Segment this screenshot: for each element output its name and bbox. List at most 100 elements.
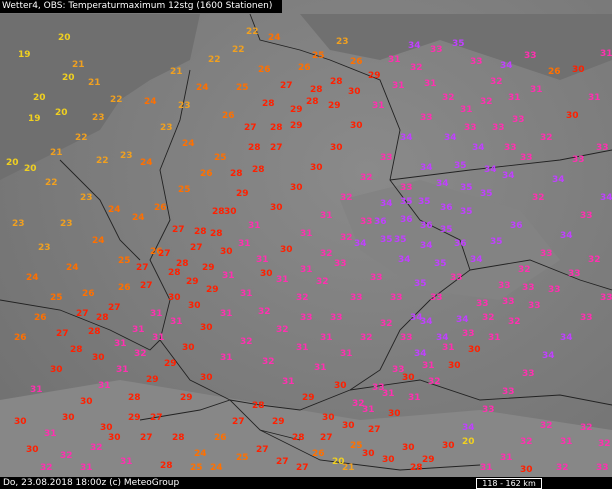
station-temperature: 30 — [14, 417, 27, 427]
station-temperature: 30 — [520, 465, 533, 475]
station-temperature: 32 — [480, 97, 493, 107]
station-temperature: 28 — [172, 433, 185, 443]
station-temperature: 33 — [492, 123, 505, 133]
station-temperature: 25 — [236, 453, 249, 463]
station-temperature: 33 — [580, 211, 593, 221]
station-temperature: 29 — [328, 101, 341, 111]
station-temperature: 34 — [436, 179, 449, 189]
station-temperature: 28 — [210, 229, 223, 239]
station-temperature: 26 — [200, 169, 213, 179]
station-temperature: 30 — [260, 269, 273, 279]
station-temperature: 31 — [340, 349, 353, 359]
station-temperature: 33 — [390, 293, 403, 303]
station-temperature: 20 — [24, 164, 37, 174]
station-temperature: 33 — [600, 293, 612, 303]
station-temperature: 27 — [256, 445, 269, 455]
timestamp-credit: Do, 23.08.2018 18:00z (c) MeteoGroup — [3, 478, 180, 488]
station-temperature: 20 — [62, 73, 75, 83]
station-temperature: 30 — [50, 365, 63, 375]
station-temperature: 33 — [548, 285, 561, 295]
station-temperature: 27 — [280, 81, 293, 91]
station-temperature: 30 — [224, 207, 237, 217]
station-temperature: 32 — [380, 319, 393, 329]
station-temperature: 34 — [502, 171, 515, 181]
station-temperature: 30 — [330, 143, 343, 153]
station-temperature: 32 — [490, 77, 503, 87]
station-temperature: 31 — [314, 363, 327, 373]
station-temperature: 35 — [480, 189, 493, 199]
station-temperature: 20 — [58, 33, 71, 43]
station-temperature: 32 — [360, 333, 373, 343]
station-temperature: 24 — [132, 213, 145, 223]
station-temperature: 32 — [262, 357, 275, 367]
station-temperature: 31 — [320, 333, 333, 343]
station-temperature: 36 — [454, 239, 467, 249]
station-temperature: 31 — [152, 333, 165, 343]
station-temperature: 31 — [600, 49, 612, 59]
station-temperature: 34 — [542, 351, 555, 361]
station-temperature: 26 — [298, 63, 311, 73]
station-temperature: 36 — [420, 221, 433, 231]
station-temperature: 33 — [420, 113, 433, 123]
station-temperature: 31 — [116, 365, 129, 375]
station-temperature: 35 — [440, 225, 453, 235]
station-temperature: 20 — [55, 108, 68, 118]
station-temperature: 30 — [188, 301, 201, 311]
station-temperature: 30 — [572, 65, 585, 75]
station-temperature: 35 — [414, 279, 427, 289]
station-temperature: 33 — [370, 273, 383, 283]
station-temperature: 30 — [342, 421, 355, 431]
station-temperature: 33 — [522, 283, 535, 293]
station-temperature: 33 — [568, 269, 581, 279]
station-temperature: 20 — [6, 158, 19, 168]
station-temperature: 35 — [394, 235, 407, 245]
station-temperature: 32 — [316, 277, 329, 287]
station-temperature: 31 — [500, 453, 513, 463]
station-temperature: 31 — [238, 239, 251, 249]
station-temperature: 33 — [504, 143, 517, 153]
station-temperature: 33 — [528, 301, 541, 311]
station-temperature: 30 — [200, 373, 213, 383]
station-temperature: 28 — [330, 77, 343, 87]
station-temperature: 30 — [362, 449, 375, 459]
station-temperature: 27 — [150, 413, 163, 423]
station-temperature: 30 — [388, 409, 401, 419]
station-temperature: 31 — [132, 325, 145, 335]
station-temperature: 31 — [382, 389, 395, 399]
station-temperature: 26 — [258, 65, 271, 75]
station-temperature: 31 — [114, 339, 127, 349]
station-temperature: 33 — [334, 259, 347, 269]
station-temperature: 33 — [540, 249, 553, 259]
station-temperature: 19 — [28, 114, 41, 124]
station-temperature: 31 — [480, 463, 493, 473]
station-temperature: 31 — [372, 101, 385, 111]
station-temperature: 25 — [178, 185, 191, 195]
station-temperature: 30 — [270, 203, 283, 213]
station-temperature: 31 — [44, 429, 57, 439]
station-temperature: 32 — [276, 325, 289, 335]
station-temperature: 30 — [100, 423, 113, 433]
station-temperature: 28 — [306, 97, 319, 107]
station-temperature: 33 — [502, 297, 515, 307]
station-temperature: 30 — [92, 353, 105, 363]
station-temperature: 32 — [240, 337, 253, 347]
station-temperature: 32 — [60, 451, 73, 461]
station-temperature: 28 — [248, 143, 261, 153]
station-temperature: 26 — [154, 203, 167, 213]
station-temperature: 33 — [520, 153, 533, 163]
station-temperature: 30 — [290, 183, 303, 193]
station-temperature: 29 — [302, 393, 315, 403]
station-temperature: 29 — [236, 189, 249, 199]
station-temperature: 28 — [410, 463, 423, 473]
station-temperature: 25 — [214, 153, 227, 163]
station-temperature: 27 — [136, 263, 149, 273]
station-temperature: 31 — [80, 463, 93, 473]
station-temperature: 26 — [82, 289, 95, 299]
station-temperature: 34 — [420, 163, 433, 173]
station-temperature: 34 — [472, 143, 485, 153]
station-temperature: 29 — [180, 393, 193, 403]
station-temperature: 32 — [134, 349, 147, 359]
station-temperature: 28 — [70, 345, 83, 355]
station-temperature: 32 — [360, 173, 373, 183]
station-temperature: 34 — [354, 239, 367, 249]
